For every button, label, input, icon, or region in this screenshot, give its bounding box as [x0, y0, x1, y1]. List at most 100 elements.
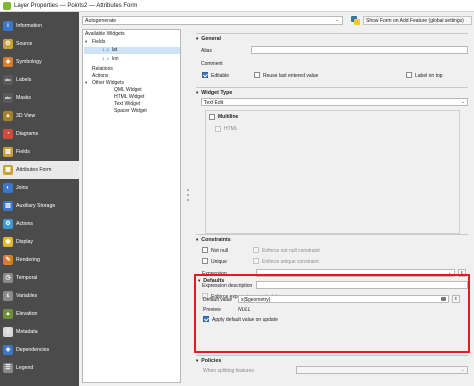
sidebar: i Information ⚙ Source ◆ Symbology abc Labels ab…	[0, 12, 79, 386]
sidebar-item-source[interactable]: ⚙ Source	[0, 35, 79, 53]
html-label: HTML	[224, 126, 238, 132]
3d-view-icon: ▲	[3, 111, 13, 121]
sidebar-item-label: Diagrams	[16, 131, 39, 137]
enforce-unique-checkbox[interactable]	[253, 258, 259, 264]
multiline-label: Multiline	[218, 114, 239, 120]
enforce-not-null-label: Enforce not null constraint	[262, 248, 320, 254]
title-bar: Layer Properties — Points2 — Attributes …	[0, 0, 474, 12]
sidebar-item-auxiliary-storage[interactable]: ▥ Auxiliary Storage	[0, 197, 79, 215]
tree-relations[interactable]: Relations	[92, 66, 113, 73]
python-icon[interactable]	[351, 16, 360, 25]
layout-select[interactable]: Autogenerate ⌄	[82, 16, 343, 25]
sidebar-item-display[interactable]: ◉ Display	[0, 233, 79, 251]
tree-fields-group[interactable]: ▾ Fields	[85, 39, 180, 46]
show-form-button[interactable]: Show Form on Add Feature (global setting…	[363, 16, 472, 25]
tree-field-lon[interactable]: 1.2 lon	[84, 56, 180, 63]
sidebar-item-label: Symbology	[16, 59, 42, 65]
sidebar-item-labels[interactable]: abc Labels	[0, 71, 79, 89]
enforce-not-null-checkbox[interactable]	[253, 247, 259, 253]
alias-label: Alias	[201, 48, 212, 54]
splitting-policy-select[interactable]: ⌄	[296, 366, 468, 374]
not-null-checkbox[interactable]	[202, 247, 208, 253]
sidebar-item-temporal[interactable]: ◷ Temporal	[0, 269, 79, 287]
defaults-highlight-box	[194, 274, 470, 353]
html-checkbox[interactable]	[215, 126, 221, 132]
available-widgets-tree[interactable]: Available Widgets ▾ Fields 1.2 lat 1.2 lon…	[82, 29, 181, 383]
chevron-down-icon: ⌄	[460, 99, 465, 105]
general-header[interactable]: ▾ General	[196, 36, 221, 42]
sidebar-item-label: Auxiliary Storage	[16, 203, 56, 209]
fields-icon: ▤	[3, 147, 13, 157]
sidebar-item-label: Source	[16, 41, 33, 47]
tree-spacer-widget[interactable]: Spacer Widget	[114, 108, 147, 115]
sidebar-item-diagrams[interactable]: ◔ Diagrams	[0, 125, 79, 143]
sidebar-item-label: Elevation	[16, 311, 38, 317]
collapse-icon[interactable]: ▾	[85, 39, 87, 45]
constraints-header[interactable]: ▾ Constraints	[196, 237, 231, 243]
chevron-down-icon: ⌄	[460, 367, 465, 373]
sidebar-item-label: Dependencies	[16, 347, 50, 353]
collapse-icon: ▾	[196, 90, 199, 95]
widget-type-header[interactable]: ▾ Widget Type	[196, 90, 232, 96]
sidebar-item-legend[interactable]: ☰ Legend	[0, 359, 79, 377]
chevron-down-icon: ⌄	[334, 17, 339, 23]
sidebar-item-symbology[interactable]: ◆ Symbology	[0, 53, 79, 71]
sidebar-item-label: Joins	[16, 185, 29, 191]
collapse-icon: ▾	[196, 358, 199, 363]
sidebar-item-dependencies[interactable]: ◈ Dependencies	[0, 341, 79, 359]
sidebar-item-3d-view[interactable]: ▲ 3D View	[0, 107, 79, 125]
reuse-last-value-label: Reuse last entered value	[263, 73, 319, 79]
sidebar-item-label: Fields	[16, 149, 30, 155]
numeric-field-icon: 1.2	[102, 56, 109, 61]
label-on-top-checkbox[interactable]	[406, 72, 412, 78]
source-icon: ⚙	[3, 39, 13, 49]
reuse-last-value-checkbox[interactable]	[254, 72, 260, 78]
masks-icon: abc	[3, 93, 13, 103]
tree-qml-widget[interactable]: QML Widget	[114, 87, 142, 94]
sidebar-item-metadata[interactable]: ≡ Metadata	[0, 323, 79, 341]
alias-input[interactable]	[251, 46, 468, 54]
elevation-icon: ▲	[3, 309, 13, 319]
window-title: Layer Properties — Points2 — Attributes …	[14, 3, 138, 9]
rendering-icon: ✎	[3, 255, 13, 265]
sidebar-item-label: Information	[16, 23, 42, 29]
sidebar-item-label: Legend	[16, 365, 34, 371]
multiline-checkbox[interactable]	[209, 114, 215, 120]
tree-other-widgets[interactable]: ▾ Other Widgets	[85, 80, 180, 87]
editable-checkbox[interactable]	[202, 72, 208, 78]
collapse-icon: ▾	[196, 237, 199, 242]
editable-label: Editable	[211, 73, 230, 79]
sidebar-item-elevation[interactable]: ▲ Elevation	[0, 305, 79, 323]
splitter-handle[interactable]	[186, 29, 189, 383]
sidebar-item-masks[interactable]: abc Masks	[0, 89, 79, 107]
widget-type-group: ▾ Widget Type Text Edit ⌄ Multiline HTML	[196, 87, 468, 235]
label-on-top-label: Label on top	[415, 73, 443, 79]
joins-icon: ◐	[3, 183, 13, 193]
tree-actions[interactable]: Actions	[92, 73, 108, 80]
sidebar-item-fields[interactable]: ▤ Fields	[0, 143, 79, 161]
widget-type-select[interactable]: Text Edit ⌄	[201, 98, 468, 106]
sidebar-item-rendering[interactable]: ✎ Rendering	[0, 251, 79, 269]
sidebar-item-label: Masks	[16, 95, 31, 101]
tree-field-lat[interactable]: 1.2 lat	[84, 47, 180, 54]
sidebar-item-info[interactable]: i Information	[0, 17, 79, 35]
info-icon: i	[3, 21, 13, 31]
tree-text-widget[interactable]: Text Widget	[114, 101, 140, 108]
sidebar-item-attributes-form[interactable]: ▦ Attributes Form	[0, 161, 79, 179]
actions-icon: ⚙	[3, 219, 13, 229]
sidebar-item-label: Metadata	[16, 329, 38, 335]
policies-header[interactable]: ▾ Policies	[196, 358, 221, 364]
widget-type-value: Text Edit	[204, 100, 224, 106]
tree-html-widget[interactable]: HTML Widget	[114, 94, 144, 101]
not-null-label: Not null	[211, 248, 228, 254]
collapse-icon[interactable]: ▾	[85, 80, 87, 86]
sidebar-item-label: Display	[16, 239, 34, 245]
sidebar-item-actions[interactable]: ⚙ Actions	[0, 215, 79, 233]
layout-select-value: Autogenerate	[85, 18, 117, 24]
attributes-form-icon: ▦	[3, 165, 13, 175]
sidebar-item-joins[interactable]: ◐ Joins	[0, 179, 79, 197]
unique-checkbox[interactable]	[202, 258, 208, 264]
auxiliary-storage-icon: ▥	[3, 201, 13, 211]
sidebar-item-variables[interactable]: ε Variables	[0, 287, 79, 305]
sidebar-item-label: Rendering	[16, 257, 40, 263]
